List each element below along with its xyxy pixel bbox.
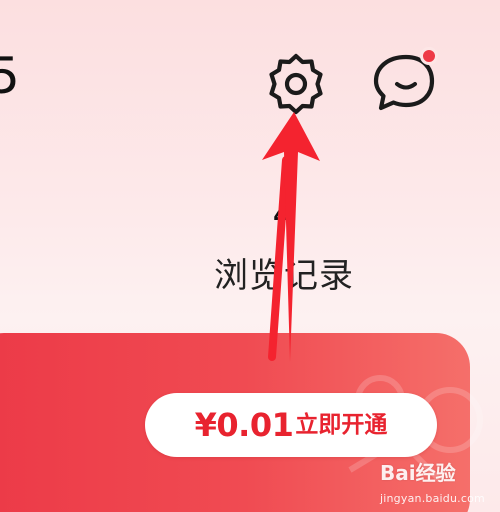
- gear-icon: [269, 53, 323, 115]
- vip-activate-button[interactable]: ¥0.01 立即开通: [145, 393, 437, 457]
- browse-history-label: 浏览记录: [214, 256, 354, 296]
- browse-history-count: 4: [272, 194, 296, 235]
- settings-button[interactable]: [264, 52, 328, 116]
- watermark-url: jingyan.baidu.com: [380, 492, 485, 505]
- browse-history-stat[interactable]: 4 浏览记录: [200, 190, 368, 310]
- watermark-logo: Bai经验: [380, 461, 456, 485]
- messages-button[interactable]: [370, 47, 442, 114]
- unread-badge: [420, 47, 438, 65]
- profile-screen: 5 4 浏览记录 ¥0.01 立即开通 Bai经验 jingyan.baidu.…: [0, 0, 500, 512]
- cut-off-count: 5: [0, 47, 20, 105]
- watermark: Bai经验 jingyan.baidu.com: [380, 462, 498, 510]
- vip-price: ¥0.01: [194, 406, 294, 444]
- vip-cta-label: 立即开通: [295, 412, 388, 438]
